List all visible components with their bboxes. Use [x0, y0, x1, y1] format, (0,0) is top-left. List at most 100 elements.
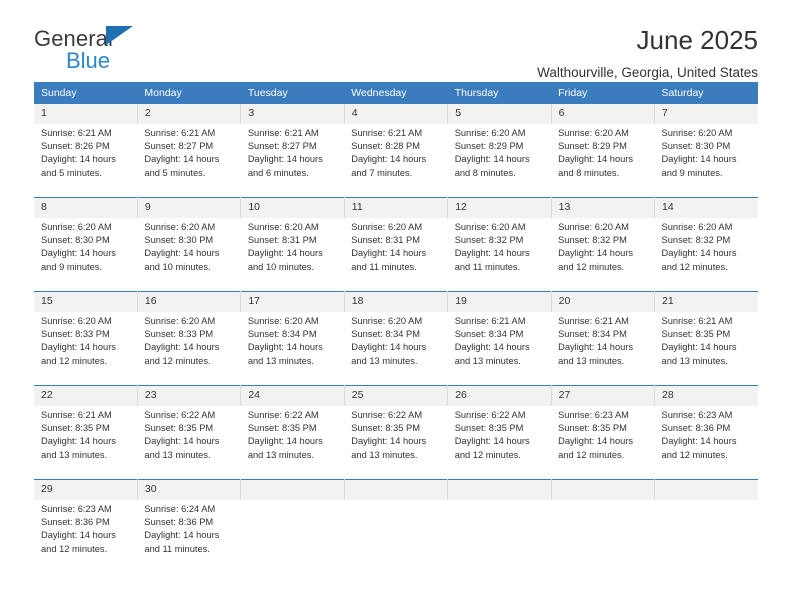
sunrise-text: Sunrise: 6:20 AM: [41, 316, 112, 326]
daylight-text-line2: and 12 minutes.: [661, 449, 728, 460]
day-cell[interactable]: Sunrise: 6:21 AM Sunset: 8:35 PM Dayligh…: [34, 406, 138, 480]
day-number[interactable]: 3: [240, 104, 345, 124]
daylight-text-line1: Daylight: 14 hours: [41, 154, 116, 165]
sunrise-text: Sunrise: 6:23 AM: [558, 410, 629, 420]
empty-day-cell: [240, 500, 345, 573]
day-number-row: 15 16 17 18 19 20 21: [34, 291, 758, 312]
day-cell[interactable]: Sunrise: 6:20 AM Sunset: 8:34 PM Dayligh…: [240, 312, 345, 386]
day-cell[interactable]: Sunrise: 6:22 AM Sunset: 8:35 PM Dayligh…: [447, 406, 552, 480]
sunset-text: Sunset: 8:36 PM: [41, 517, 110, 528]
day-cell[interactable]: Sunrise: 6:21 AM Sunset: 8:27 PM Dayligh…: [137, 124, 241, 198]
day-number[interactable]: 21: [654, 291, 758, 312]
day-number[interactable]: 18: [344, 291, 449, 312]
day-cell[interactable]: Sunrise: 6:20 AM Sunset: 8:29 PM Dayligh…: [447, 124, 552, 198]
daylight-text-line1: Daylight: 14 hours: [144, 342, 220, 353]
daylight-text-line1: Daylight: 14 hours: [454, 342, 530, 353]
day-cell[interactable]: Sunrise: 6:21 AM Sunset: 8:34 PM Dayligh…: [551, 312, 655, 386]
day-cell[interactable]: Sunrise: 6:20 AM Sunset: 8:34 PM Dayligh…: [344, 312, 448, 386]
day-cell[interactable]: Sunrise: 6:20 AM Sunset: 8:32 PM Dayligh…: [654, 218, 758, 292]
day-cell[interactable]: Sunrise: 6:21 AM Sunset: 8:35 PM Dayligh…: [654, 312, 758, 386]
day-cell[interactable]: Sunrise: 6:21 AM Sunset: 8:26 PM Dayligh…: [34, 124, 138, 198]
day-number: [654, 479, 758, 500]
daylight-text-line2: and 12 minutes.: [41, 543, 108, 554]
daylight-text-line1: Daylight: 14 hours: [558, 154, 634, 165]
day-number[interactable]: 5: [447, 104, 552, 124]
day-info-row: Sunrise: 6:20 AM Sunset: 8:33 PM Dayligh…: [34, 312, 758, 386]
daylight-text-line2: and 13 minutes.: [661, 355, 728, 366]
daylight-text-line1: Daylight: 14 hours: [661, 248, 737, 259]
day-number[interactable]: 16: [137, 291, 242, 312]
day-cell[interactable]: Sunrise: 6:20 AM Sunset: 8:30 PM Dayligh…: [654, 124, 758, 198]
daylight-text-line1: Daylight: 14 hours: [661, 436, 737, 447]
day-cell[interactable]: Sunrise: 6:22 AM Sunset: 8:35 PM Dayligh…: [240, 406, 345, 480]
day-number: [240, 479, 345, 500]
day-number[interactable]: 11: [344, 197, 449, 218]
day-number[interactable]: 1: [34, 104, 138, 124]
day-cell[interactable]: Sunrise: 6:23 AM Sunset: 8:35 PM Dayligh…: [551, 406, 655, 480]
day-cell[interactable]: Sunrise: 6:22 AM Sunset: 8:35 PM Dayligh…: [344, 406, 448, 480]
day-cell[interactable]: Sunrise: 6:21 AM Sunset: 8:28 PM Dayligh…: [344, 124, 448, 198]
day-number[interactable]: 26: [447, 385, 552, 406]
daylight-text-line2: and 13 minutes.: [247, 355, 314, 366]
day-cell[interactable]: Sunrise: 6:22 AM Sunset: 8:35 PM Dayligh…: [137, 406, 241, 480]
daylight-text-line1: Daylight: 14 hours: [351, 248, 427, 259]
day-number[interactable]: 22: [34, 385, 138, 406]
daylight-text-line2: and 10 minutes.: [144, 261, 211, 272]
day-cell[interactable]: Sunrise: 6:24 AM Sunset: 8:36 PM Dayligh…: [137, 500, 241, 573]
sunrise-text: Sunrise: 6:20 AM: [351, 222, 423, 232]
day-number[interactable]: 27: [551, 385, 656, 406]
day-number[interactable]: 17: [240, 291, 345, 312]
day-number[interactable]: 13: [551, 197, 656, 218]
day-number[interactable]: 2: [137, 104, 242, 124]
day-cell[interactable]: Sunrise: 6:20 AM Sunset: 8:30 PM Dayligh…: [34, 218, 138, 292]
day-number[interactable]: 8: [34, 197, 138, 218]
day-cell[interactable]: Sunrise: 6:21 AM Sunset: 8:27 PM Dayligh…: [240, 124, 345, 198]
sunrise-text: Sunrise: 6:20 AM: [558, 128, 629, 138]
daylight-text-line2: and 12 minutes.: [661, 261, 728, 272]
generalblue-logo[interactable]: General Blue: [34, 24, 154, 76]
daylight-text-line2: and 9 minutes.: [41, 261, 102, 272]
day-cell[interactable]: Sunrise: 6:20 AM Sunset: 8:31 PM Dayligh…: [240, 218, 345, 292]
day-cell[interactable]: Sunrise: 6:20 AM Sunset: 8:31 PM Dayligh…: [344, 218, 448, 292]
day-number[interactable]: 19: [447, 291, 552, 312]
daylight-text-line1: Daylight: 14 hours: [558, 342, 634, 353]
daylight-text-line1: Daylight: 14 hours: [351, 154, 427, 165]
day-number[interactable]: 10: [240, 197, 345, 218]
day-number[interactable]: 30: [137, 479, 242, 500]
day-number[interactable]: 7: [654, 104, 758, 124]
daylight-text-line2: and 5 minutes.: [41, 167, 102, 178]
day-number[interactable]: 6: [551, 104, 656, 124]
day-number[interactable]: 9: [137, 197, 242, 218]
day-number[interactable]: 4: [344, 104, 449, 124]
sunset-text: Sunset: 8:27 PM: [144, 141, 214, 152]
day-cell[interactable]: Sunrise: 6:23 AM Sunset: 8:36 PM Dayligh…: [34, 500, 138, 573]
day-cell[interactable]: Sunrise: 6:20 AM Sunset: 8:30 PM Dayligh…: [137, 218, 241, 292]
day-cell[interactable]: Sunrise: 6:21 AM Sunset: 8:34 PM Dayligh…: [447, 312, 552, 386]
day-cell[interactable]: Sunrise: 6:20 AM Sunset: 8:32 PM Dayligh…: [551, 218, 655, 292]
day-cell[interactable]: Sunrise: 6:20 AM Sunset: 8:32 PM Dayligh…: [447, 218, 552, 292]
day-cell[interactable]: Sunrise: 6:23 AM Sunset: 8:36 PM Dayligh…: [654, 406, 758, 480]
daylight-text-line1: Daylight: 14 hours: [247, 436, 323, 447]
daylight-text-line2: and 13 minutes.: [454, 355, 521, 366]
day-number[interactable]: 12: [447, 197, 552, 218]
sunset-text: Sunset: 8:32 PM: [661, 235, 731, 246]
day-number[interactable]: 23: [137, 385, 242, 406]
logo-text-blue: Blue: [66, 48, 111, 73]
day-number[interactable]: 28: [654, 385, 758, 406]
day-number[interactable]: 24: [240, 385, 345, 406]
sunset-text: Sunset: 8:30 PM: [661, 141, 731, 152]
day-info-row: Sunrise: 6:21 AM Sunset: 8:26 PM Dayligh…: [34, 124, 758, 198]
sunset-text: Sunset: 8:34 PM: [247, 329, 317, 340]
day-cell[interactable]: Sunrise: 6:20 AM Sunset: 8:29 PM Dayligh…: [551, 124, 655, 198]
sunrise-text: Sunrise: 6:20 AM: [247, 316, 319, 326]
day-number[interactable]: 29: [34, 479, 138, 500]
day-cell[interactable]: Sunrise: 6:20 AM Sunset: 8:33 PM Dayligh…: [137, 312, 241, 386]
sunset-text: Sunset: 8:33 PM: [144, 329, 214, 340]
day-number[interactable]: 20: [551, 291, 656, 312]
day-number[interactable]: 15: [34, 291, 138, 312]
day-number[interactable]: 14: [654, 197, 758, 218]
day-number[interactable]: 25: [344, 385, 449, 406]
sunset-text: Sunset: 8:30 PM: [41, 235, 110, 246]
day-cell[interactable]: Sunrise: 6:20 AM Sunset: 8:33 PM Dayligh…: [34, 312, 138, 386]
page-title: June 2025: [636, 25, 758, 55]
